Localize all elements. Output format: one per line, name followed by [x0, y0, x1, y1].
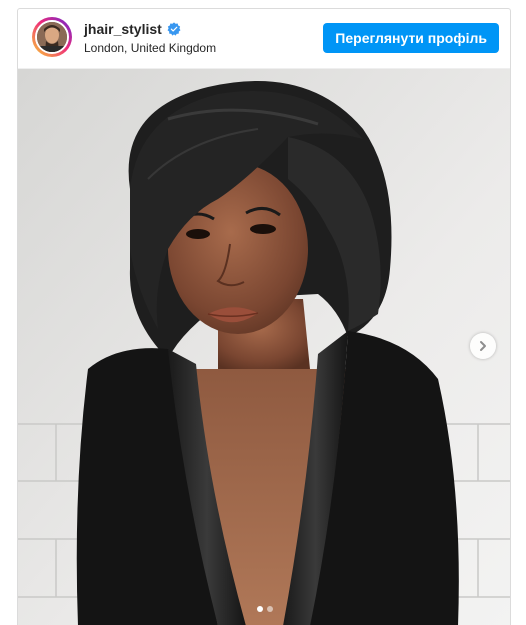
post-header: jhair_stylist London, United Kingdom Пер…: [18, 9, 510, 69]
avatar[interactable]: [35, 20, 69, 54]
location-link[interactable]: London, United Kingdom: [84, 41, 216, 55]
carousel-dot-1: [257, 606, 263, 612]
next-slide-button[interactable]: [470, 333, 496, 359]
username-row: jhair_stylist: [84, 21, 181, 37]
instagram-embed: jhair_stylist London, United Kingdom Пер…: [17, 8, 511, 625]
avatar-ring[interactable]: [32, 17, 72, 57]
verified-badge-icon: [167, 22, 181, 36]
view-profile-button[interactable]: Переглянути профіль: [323, 23, 499, 53]
portrait-photo: [18, 69, 510, 625]
carousel-dot-2: [267, 606, 273, 612]
avatar-photo: [37, 22, 67, 52]
carousel-indicator: [257, 606, 273, 612]
post-image[interactable]: [18, 69, 510, 625]
chevron-right-icon: [480, 341, 486, 351]
username-link[interactable]: jhair_stylist: [84, 21, 162, 37]
